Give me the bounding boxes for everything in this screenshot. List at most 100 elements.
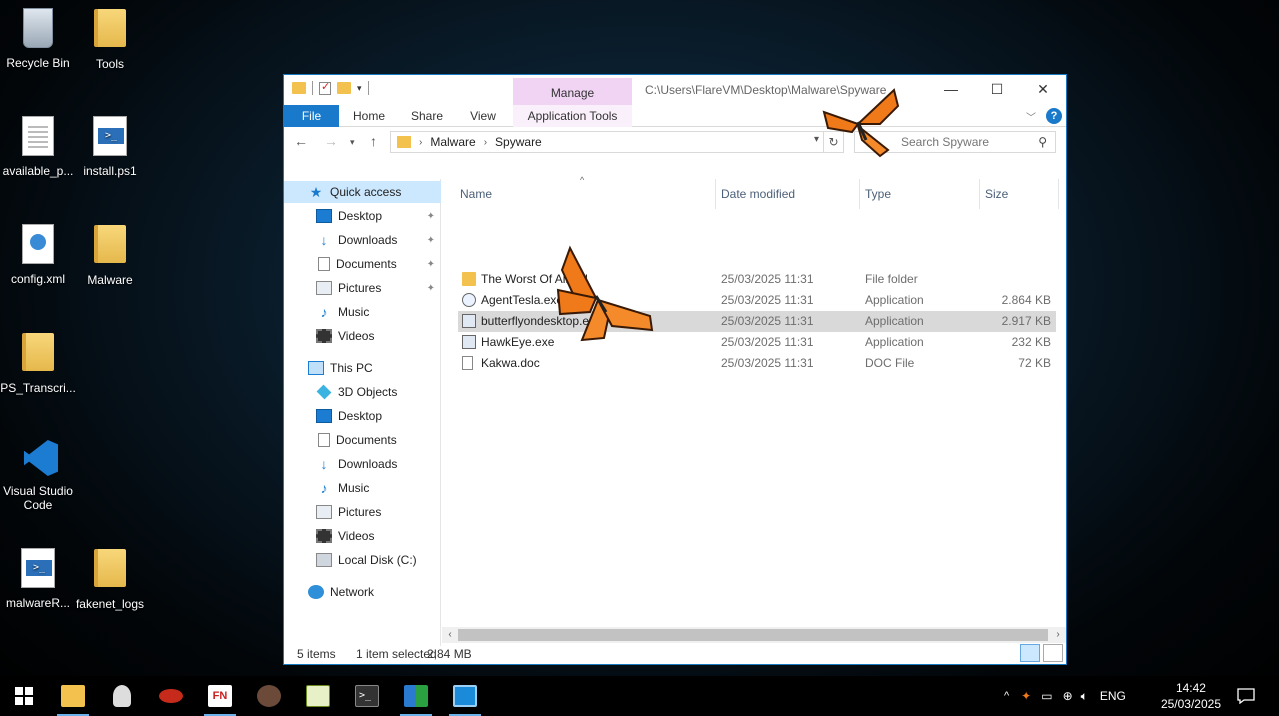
taskbar-app-fn[interactable]: FN — [196, 676, 244, 716]
nav-pc-local-disk[interactable]: Local Disk (C:) — [284, 549, 441, 571]
volume-icon[interactable]: 🔈︎ — [1081, 689, 1088, 704]
navigation-pane: ★ Quick access Desktop ✦ ↓ Downloads ✦ D… — [284, 179, 441, 646]
forward-arrow-icon[interactable]: → — [324, 133, 338, 149]
column-header-name[interactable]: Name — [456, 179, 716, 209]
taskbar-app-blocks[interactable] — [392, 676, 440, 716]
folder-icon — [18, 333, 58, 377]
recent-locations-chevron-icon[interactable]: ▾ — [350, 137, 355, 148]
file-row[interactable]: The Worst Of All!!!!!! 25/03/2025 11:31 … — [458, 269, 1056, 290]
language-indicator[interactable]: ENG — [1100, 689, 1126, 703]
desktop-icon-install-ps1[interactable]: install.ps1 — [72, 114, 148, 178]
nav-quick-documents[interactable]: Documents ✦ — [284, 253, 441, 275]
nav-pc-3d-objects[interactable]: 3D Objects — [284, 381, 441, 403]
tab-view[interactable]: View — [460, 105, 506, 127]
tab-home[interactable]: Home — [346, 105, 392, 127]
minimize-button[interactable]: — — [928, 75, 974, 105]
powershell-script-icon — [18, 548, 58, 592]
help-icon[interactable]: ? — [1046, 108, 1062, 124]
expand-ribbon-chevron-icon[interactable]: ﹀ — [1026, 109, 1036, 124]
nav-label: Documents — [336, 433, 397, 447]
file-date: 25/03/2025 11:31 — [721, 356, 814, 370]
breadcrumb-malware[interactable]: Malware — [430, 135, 475, 149]
action-center-button[interactable] — [1222, 676, 1270, 716]
scrollbar-thumb[interactable] — [458, 629, 1048, 641]
breadcrumb-separator[interactable]: › — [419, 137, 422, 148]
back-arrow-icon[interactable]: ← — [294, 133, 308, 149]
taskbar-app-avatar[interactable] — [245, 676, 293, 716]
folder-icon — [90, 9, 130, 53]
desktop-icon-available[interactable]: available_p... — [0, 114, 76, 178]
column-header-date[interactable]: Date modified — [717, 179, 860, 209]
nav-pc-videos[interactable]: Videos — [284, 525, 441, 547]
desktop-icon-vscode[interactable]: Visual Studio Code — [0, 436, 76, 512]
nav-quick-music[interactable]: ♪ Music — [284, 301, 441, 323]
scroll-left-arrow-icon[interactable]: ‹ — [442, 627, 458, 643]
nav-quick-downloads[interactable]: ↓ Downloads ✦ — [284, 229, 441, 251]
resource-monitor-icon — [453, 685, 477, 707]
file-explorer-window: ▾ Manage C:\Users\FlareVM\Desktop\Malwar… — [283, 74, 1071, 665]
nav-label: Videos — [338, 529, 375, 543]
network-globe-icon[interactable]: ⊕ — [1063, 689, 1073, 703]
nav-pc-music[interactable]: ♪ Music — [284, 477, 441, 499]
customize-toolbar-chevron-icon[interactable]: ▾ — [357, 83, 362, 94]
tab-file[interactable]: File — [284, 105, 339, 127]
system-tray: ^ ✦ ▭ ⊕ 🔈︎ ENG — [1004, 676, 1126, 716]
file-row-selected[interactable]: butterflyondesktop.exe 25/03/2025 11:31 … — [458, 311, 1056, 332]
nav-label: Quick access — [330, 185, 402, 199]
new-folder-icon[interactable] — [337, 82, 351, 94]
details-view-button[interactable] — [1020, 644, 1040, 662]
horizontal-scrollbar[interactable]: ‹ › — [442, 627, 1066, 643]
nav-pc-documents[interactable]: Documents — [284, 429, 441, 451]
nav-quick-access[interactable]: ★ Quick access — [284, 181, 441, 203]
breadcrumb-spyware[interactable]: Spyware — [495, 135, 542, 149]
desktop-icon-fakenet-logs[interactable]: fakenet_logs — [72, 546, 148, 611]
breadcrumb-separator[interactable]: › — [484, 137, 487, 148]
nav-quick-videos[interactable]: Videos — [284, 325, 441, 347]
taskbar-app-notepad[interactable] — [294, 676, 342, 716]
maximize-button[interactable]: ☐ — [974, 75, 1020, 105]
clock[interactable]: 14:42 25/03/2025 — [1161, 680, 1221, 712]
column-header-type[interactable]: Type — [861, 179, 980, 209]
butterfly-tray-icon[interactable]: ✦ — [1021, 689, 1031, 703]
file-size: 232 KB — [1011, 335, 1051, 349]
file-row[interactable]: HawkEye.exe 25/03/2025 11:31 Application… — [458, 332, 1056, 353]
taskbar-file-explorer[interactable] — [49, 676, 97, 716]
tab-application-tools[interactable]: Application Tools — [513, 105, 632, 127]
show-hidden-icons-chevron-icon[interactable]: ^ — [1004, 690, 1009, 702]
close-button[interactable]: ✕ — [1020, 75, 1066, 105]
taskbar-app-monitor[interactable] — [441, 676, 489, 716]
file-row[interactable]: Kakwa.doc 25/03/2025 11:31 DOC File 72 K… — [458, 353, 1056, 374]
desktop-icon-ps-transcripts[interactable]: PS_Transcri... — [0, 330, 76, 395]
nav-pc-desktop[interactable]: Desktop — [284, 405, 441, 427]
taskbar-app-terminal[interactable]: >_ — [343, 676, 391, 716]
manage-contextual-tab[interactable]: Manage — [513, 78, 632, 105]
notification-icon — [1237, 688, 1255, 704]
start-button[interactable] — [0, 676, 48, 716]
taskbar-app-chef[interactable] — [98, 676, 146, 716]
scroll-right-arrow-icon[interactable]: › — [1050, 627, 1066, 643]
nav-label: Downloads — [338, 457, 398, 471]
desktop-icon-recycle-bin[interactable]: Recycle Bin — [0, 6, 76, 70]
column-header-size[interactable]: Size — [981, 179, 1059, 209]
nav-label: 3D Objects — [338, 385, 398, 399]
address-bar[interactable]: › Malware › Spyware ▾ — [390, 131, 824, 153]
properties-icon[interactable] — [319, 80, 331, 95]
up-arrow-icon[interactable]: ↑ — [370, 133, 377, 149]
desktop-icon-tools[interactable]: Tools — [72, 6, 148, 71]
desktop-icon-malware-report[interactable]: malwareR... — [0, 546, 76, 610]
file-type: Application — [865, 293, 924, 307]
desktop-icon-malware[interactable]: Malware — [72, 222, 148, 287]
file-row[interactable]: AgentTesla.exe 25/03/2025 11:31 Applicat… — [458, 290, 1056, 311]
ribbon-right-controls: ﹀ ? — [1026, 108, 1062, 124]
nav-this-pc[interactable]: This PC — [284, 357, 441, 379]
large-icons-view-button[interactable] — [1043, 644, 1063, 662]
nav-pc-downloads[interactable]: ↓ Downloads — [284, 453, 441, 475]
battery-icon[interactable]: ▭ — [1041, 689, 1052, 703]
desktop-icon-config-xml[interactable]: config.xml — [0, 222, 76, 286]
nav-quick-desktop[interactable]: Desktop ✦ — [284, 205, 441, 227]
nav-network[interactable]: Network — [284, 581, 441, 603]
nav-quick-pictures[interactable]: Pictures ✦ — [284, 277, 441, 299]
nav-pc-pictures[interactable]: Pictures — [284, 501, 441, 523]
taskbar-app-pepper[interactable] — [147, 676, 195, 716]
tab-share[interactable]: Share — [404, 105, 450, 127]
